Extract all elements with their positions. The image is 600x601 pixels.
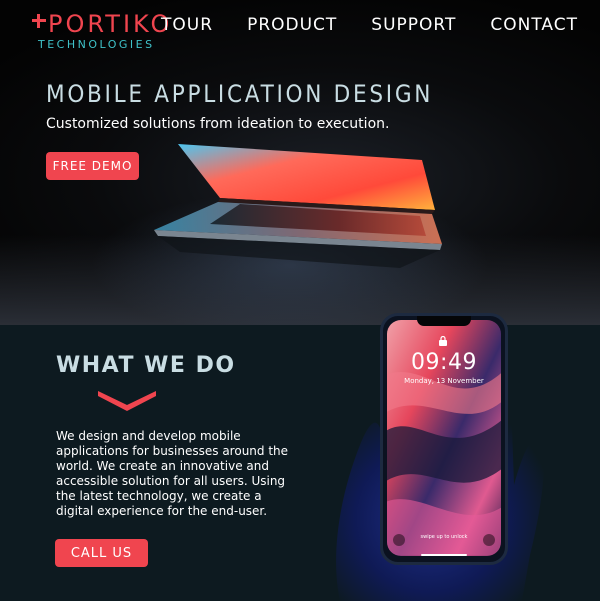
camera-icon [483, 534, 495, 546]
home-indicator [421, 554, 467, 556]
what-we-do-title: WHAT WE DO [56, 353, 236, 378]
brand-name: PORTIKO [48, 10, 173, 38]
what-we-do-body: We design and develop mobile application… [56, 429, 289, 518]
phone-image: 09:49 Monday, 13 November swipe up to un… [380, 313, 508, 565]
logo-wordmark: PORTIKO [32, 10, 172, 38]
logo[interactable]: PORTIKO TECHNOLOGIES [32, 10, 172, 52]
nav-item-support[interactable]: SUPPORT [371, 15, 456, 35]
hero-title: MOBILE APPLICATION DESIGN [46, 80, 434, 108]
nav-item-tour[interactable]: TOUR [161, 15, 213, 35]
brand-tagline: TECHNOLOGIES [38, 38, 155, 51]
chevron-down-icon [98, 391, 156, 411]
lock-icon [439, 336, 447, 346]
hero-subtitle: Customized solutions from ideation to ex… [46, 116, 390, 132]
hero-section: PORTIKO TECHNOLOGIES TOUR PRODUCT SUPPOR… [0, 0, 600, 325]
laptop-image [154, 144, 442, 268]
lock-screen-time: 09:49 [411, 350, 477, 375]
main-nav: TOUR PRODUCT SUPPORT CONTACT [161, 15, 578, 35]
call-us-button[interactable]: CALL US [55, 539, 148, 567]
nav-item-product[interactable]: PRODUCT [247, 15, 337, 35]
what-we-do-section: WHAT WE DO We design and develop mobile … [0, 325, 600, 601]
lock-screen-date: Monday, 13 November [404, 377, 484, 385]
free-demo-button[interactable]: FREE DEMO [46, 152, 139, 180]
nav-item-contact[interactable]: CONTACT [490, 15, 578, 35]
phone-notch [417, 316, 471, 326]
plus-icon [32, 14, 46, 28]
